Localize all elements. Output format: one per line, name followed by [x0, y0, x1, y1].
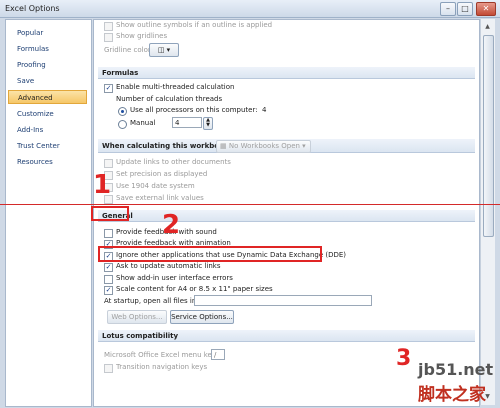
outline-symbols-checkbox[interactable]: [104, 22, 113, 31]
precision-label: Set precision as displayed: [116, 170, 208, 178]
workbook-section-title: When calculating this workbook:: [102, 142, 232, 150]
sidebar-item-add-ins[interactable]: Add-Ins: [8, 123, 87, 137]
transition-keys-checkbox[interactable]: [104, 364, 113, 373]
outline-symbols-label: Show outline symbols if an outline is ap…: [116, 21, 273, 29]
annotation-divider-line: [0, 204, 500, 205]
sidebar-item-advanced[interactable]: Advanced: [8, 90, 87, 104]
manual-threads-field[interactable]: 4: [172, 117, 202, 128]
sidebar-item-trust-center[interactable]: Trust Center: [8, 139, 87, 153]
sidebar-item-proofing[interactable]: Proofing: [8, 58, 87, 72]
general-highlight-box: [91, 206, 129, 221]
lotus-section-header: Lotus compatibility: [98, 330, 475, 342]
manual-threads-radio[interactable]: [118, 120, 127, 129]
watermark-brand: 脚本之家: [418, 385, 486, 405]
sidebar-item-formulas[interactable]: Formulas: [8, 42, 87, 56]
date1904-label: Use 1904 date system: [116, 182, 195, 190]
sidebar-item-save[interactable]: Save: [8, 74, 87, 88]
threads-spinner[interactable]: ▲ ▼: [203, 117, 213, 130]
options-content: Show outline symbols if an outline is ap…: [93, 19, 480, 407]
web-options-button[interactable]: Web Options...: [107, 310, 167, 324]
startup-folder-field[interactable]: [194, 295, 372, 306]
scale-content-checkbox[interactable]: ✓: [104, 286, 113, 295]
title-bar: Excel Options – □ ✕: [0, 0, 500, 18]
feedback-sound-checkbox[interactable]: [104, 229, 113, 238]
save-links-label: Save external link values: [116, 194, 204, 202]
workbook-dropdown[interactable]: ▦ No Workbooks Open ▾: [216, 140, 311, 153]
threads-label: Number of calculation threads: [116, 95, 223, 103]
workbook-dropdown-value: No Workbooks Open: [228, 142, 300, 150]
multithread-label: Enable multi-threaded calculation: [116, 83, 235, 91]
transition-keys-label: Transition navigation keys: [116, 363, 208, 371]
use-all-processors-label: Use all processors on this computer:: [130, 106, 258, 114]
paint-bucket-icon: ◫ ▾: [157, 46, 171, 54]
scale-content-label: Scale content for A4 or 8.5 x 11" paper …: [116, 285, 273, 293]
general-section-header: General: [98, 210, 475, 222]
menu-key-field[interactable]: /: [211, 349, 225, 360]
addin-errors-checkbox[interactable]: [104, 275, 113, 284]
annotation-step-2: 2: [162, 210, 181, 240]
service-options-button[interactable]: Service Options...: [170, 310, 234, 324]
gridlines-checkbox[interactable]: [104, 33, 113, 42]
use-all-processors-radio[interactable]: [118, 107, 127, 116]
sidebar-item-customize[interactable]: Customize: [8, 107, 87, 121]
sidebar-item-popular[interactable]: Popular: [8, 26, 87, 40]
gridline-color-picker[interactable]: ◫ ▾: [149, 43, 179, 57]
workbook-icon: ▦: [220, 142, 229, 150]
content-scrollbar[interactable]: ▲ ▼: [480, 19, 495, 405]
addin-errors-label: Show add-in user interface errors: [116, 274, 233, 282]
window-title: Excel Options: [5, 4, 60, 13]
sidebar-item-resources[interactable]: Resources: [8, 155, 87, 169]
startup-folder-label: At startup, open all files in:: [104, 297, 199, 305]
watermark-site: jb51.net: [418, 360, 494, 379]
ask-update-label: Ask to update automatic links: [116, 262, 221, 270]
annotation-step-1: 1: [93, 170, 112, 200]
update-links-label: Update links to other documents: [116, 158, 231, 166]
multithread-checkbox[interactable]: ✓: [104, 84, 113, 93]
processor-count: 4: [262, 106, 267, 114]
formulas-section-header: Formulas: [98, 67, 475, 79]
scroll-thumb[interactable]: [483, 35, 494, 237]
manual-threads-label: Manual: [130, 119, 156, 127]
minimize-button[interactable]: –: [440, 2, 456, 16]
scroll-up-icon[interactable]: ▲: [483, 22, 492, 31]
gridlines-label: Show gridlines: [116, 32, 168, 40]
close-button[interactable]: ✕: [476, 2, 496, 16]
annotation-step-3: 3: [396, 346, 412, 371]
gridline-color-label: Gridline color: [104, 46, 151, 54]
dde-highlight-box: [98, 246, 322, 262]
sidebar: Popular Formulas Proofing Save Advanced …: [5, 19, 92, 407]
update-links-checkbox[interactable]: [104, 159, 113, 168]
menu-key-label: Microsoft Office Excel menu key:: [104, 351, 218, 359]
ask-update-checkbox[interactable]: ✓: [104, 263, 113, 272]
maximize-button[interactable]: □: [457, 2, 473, 16]
